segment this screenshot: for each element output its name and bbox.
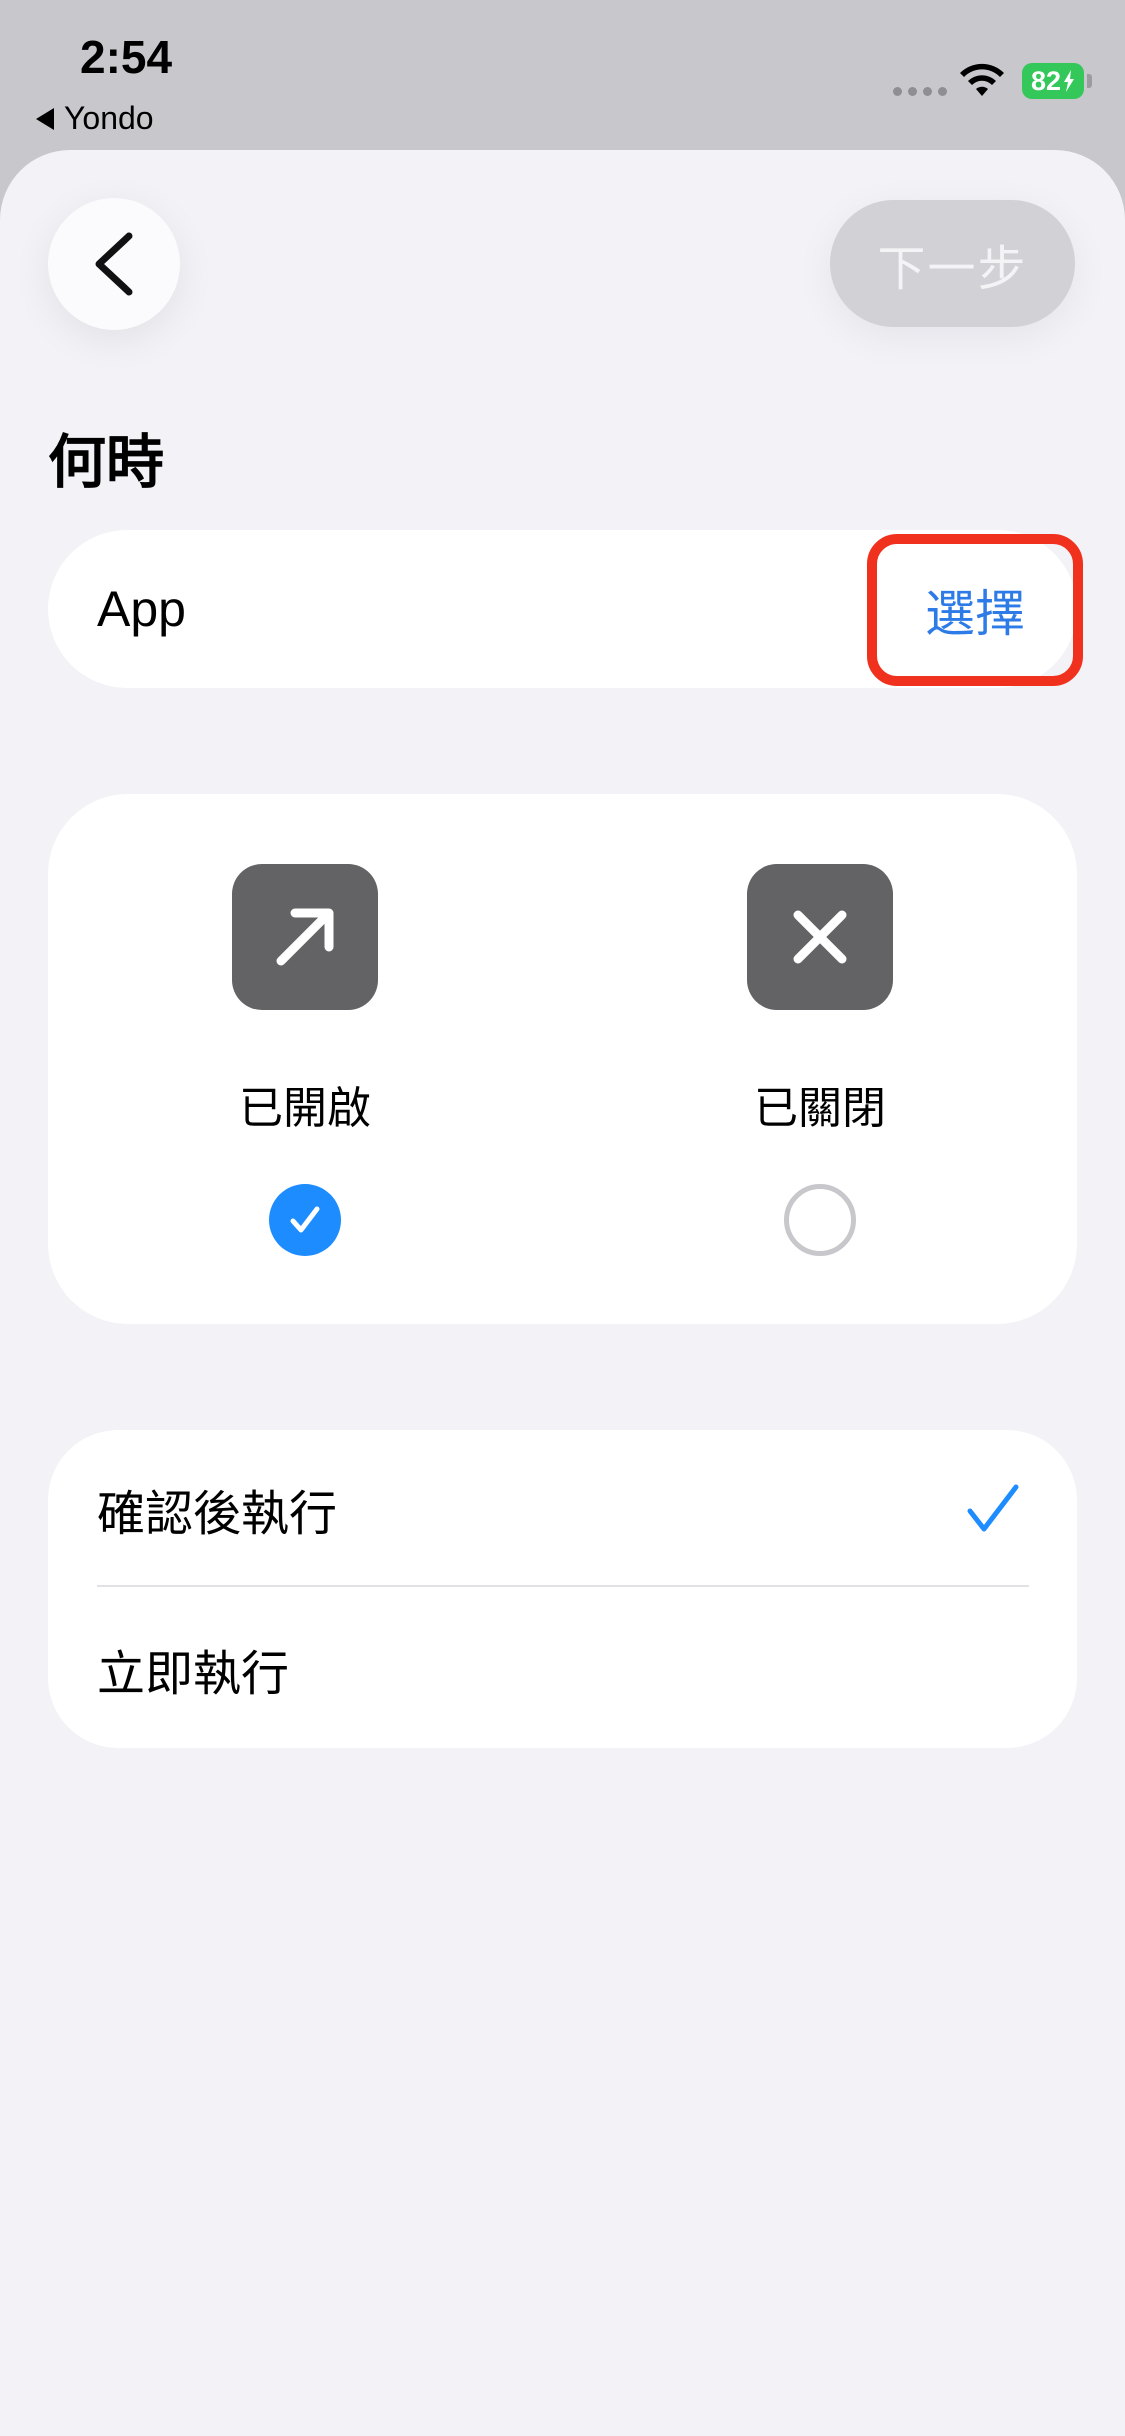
wifi-icon [960, 63, 1004, 96]
cellular-signal-icon [893, 87, 947, 96]
divider [97, 1585, 1029, 1587]
selected-checkmark-icon [967, 1484, 1019, 1532]
state-opened-radio[interactable] [269, 1184, 341, 1256]
run-mode-option-immediate[interactable]: 立即執行 [97, 1590, 1029, 1748]
state-option-opened[interactable]: 已開啟 [175, 864, 435, 1256]
battery-level: 82 [1030, 65, 1062, 96]
run-mode-confirm-label: 確認後執行 [97, 1486, 338, 1542]
next-button[interactable]: 下一步 [830, 200, 1075, 327]
chevron-left-icon [95, 232, 133, 296]
state-closed-radio[interactable] [784, 1184, 856, 1256]
battery-indicator: 82 [1022, 63, 1084, 99]
back-app-label: Yondo [64, 100, 154, 136]
section-title: 何時 [48, 428, 165, 496]
status-time: 2:54 [80, 31, 173, 83]
charging-bolt-icon [1064, 70, 1075, 92]
state-opened-label: 已開啟 [239, 1083, 371, 1134]
choose-app-button[interactable]: 選擇 [867, 534, 1083, 686]
state-closed-label: 已關閉 [754, 1083, 886, 1134]
run-mode-option-confirm[interactable]: 確認後執行 [97, 1430, 1029, 1588]
back-triangle-icon [36, 107, 54, 130]
run-mode-immediate-label: 立即執行 [97, 1646, 290, 1702]
app-row-label: App [97, 581, 186, 637]
choose-app-label: 選擇 [925, 585, 1025, 643]
back-to-app-link[interactable]: Yondo [36, 100, 154, 137]
checkmark-icon [290, 1206, 320, 1233]
back-button[interactable] [48, 198, 180, 330]
xmark-icon [747, 864, 893, 1010]
state-option-closed[interactable]: 已關閉 [690, 864, 950, 1256]
arrow-up-right-icon [232, 864, 378, 1010]
battery-cap [1087, 74, 1092, 88]
